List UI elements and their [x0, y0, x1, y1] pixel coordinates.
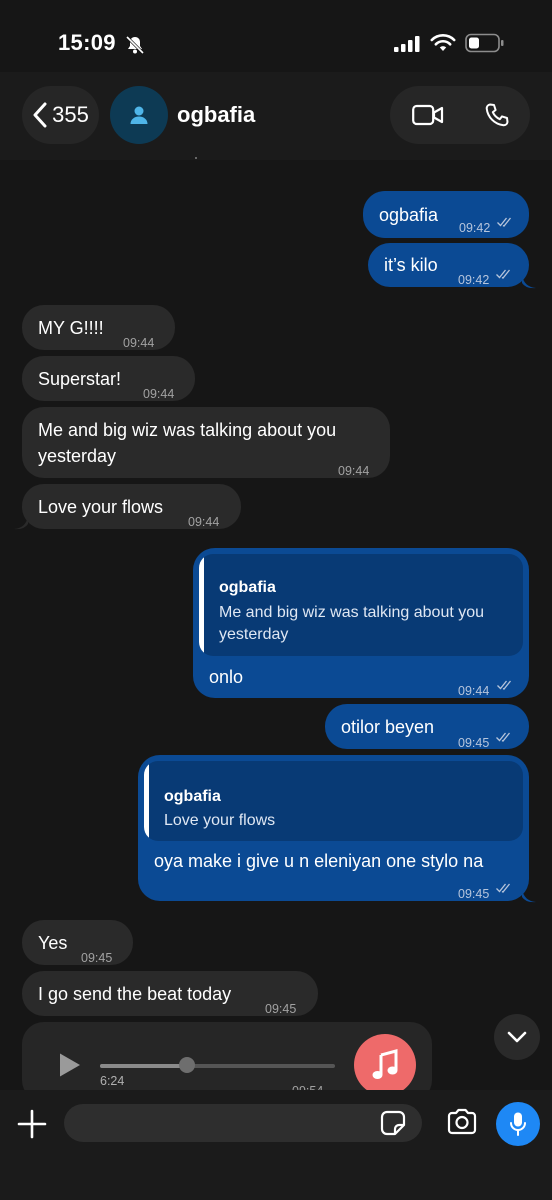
bubble-tail — [14, 516, 28, 530]
message-time: 09:45 — [81, 951, 113, 965]
message-text-line: Me and big wiz was talking about you — [38, 420, 337, 440]
message-time: 09:42 — [458, 273, 490, 287]
bubble-tail — [522, 889, 536, 903]
bell-slash-icon — [125, 35, 145, 55]
message-incoming[interactable]: Me and big wiz was talking about you yes… — [22, 407, 390, 478]
quote-bar — [144, 761, 149, 841]
play-icon[interactable] — [58, 1052, 82, 1078]
double-check-icon — [496, 732, 511, 742]
message-incoming[interactable]: MY G!!!! 09:44 — [22, 305, 175, 350]
message-time: 09:44 — [143, 387, 175, 401]
message-time: 09:44 — [188, 515, 220, 529]
contact-name[interactable]: ogbafia — [177, 102, 255, 128]
message-text: Yes — [38, 933, 68, 953]
call-actions — [390, 86, 530, 144]
microphone-icon — [510, 1112, 526, 1136]
double-check-icon — [496, 883, 511, 893]
message-text: onlo — [209, 667, 244, 687]
quote-text-line: Me and big wiz was talking about you — [219, 604, 485, 621]
sticker-icon[interactable] — [380, 1110, 406, 1136]
avatar[interactable] — [110, 86, 168, 144]
double-check-icon — [497, 217, 512, 227]
video-camera-icon[interactable] — [412, 104, 444, 126]
message-text: MY G!!!! — [38, 318, 104, 338]
person-icon — [130, 106, 148, 124]
double-check-icon — [497, 680, 512, 690]
voice-progress-fill — [100, 1064, 187, 1068]
camera-icon[interactable] — [446, 1108, 478, 1136]
divider — [195, 157, 197, 159]
message-outgoing[interactable]: ogbafia 09:42 — [363, 191, 529, 238]
quoted-message[interactable]: ogbafia Love your flows — [144, 761, 523, 841]
microphone-button[interactable] — [496, 1102, 540, 1146]
signal-icon — [394, 36, 420, 52]
chevron-left-icon — [33, 102, 47, 128]
double-check-icon — [496, 269, 511, 279]
message-text: otilor beyen — [341, 717, 435, 737]
message-text: I go send the beat today — [38, 984, 232, 1004]
status-time: 15:09 — [58, 30, 116, 55]
quote-author: ogbafia — [164, 788, 221, 805]
scroll-down-button[interactable] — [494, 1014, 540, 1060]
quote-bar — [199, 554, 204, 656]
message-text: ogbafia — [379, 205, 439, 225]
battery-icon — [465, 33, 504, 53]
message-incoming[interactable]: I go send the beat today 09:45 — [22, 971, 318, 1016]
back-button[interactable]: 355 — [22, 86, 99, 144]
message-time: 09:44 — [123, 336, 155, 350]
message-text: Love your flows — [38, 497, 164, 517]
message-text: oya make i give u n eleniyan one stylo n… — [154, 851, 484, 871]
bubble-tail — [522, 275, 536, 289]
unread-count: 355 — [52, 102, 89, 127]
chevron-down-icon — [507, 1031, 527, 1043]
message-text-line: yesterday — [38, 446, 117, 466]
message-time: 09:44 — [338, 464, 370, 478]
message-outgoing-reply[interactable]: ogbafia Love your flows oya make i give … — [138, 755, 529, 901]
phone-icon[interactable] — [484, 102, 510, 128]
voice-progress-handle[interactable] — [178, 1057, 195, 1073]
quote-text-line: yesterday — [219, 626, 289, 643]
message-incoming[interactable]: Yes 09:45 — [22, 920, 133, 965]
message-time: 09:45 — [458, 736, 490, 750]
plus-icon[interactable] — [16, 1108, 48, 1140]
message-text: it’s kilo — [384, 255, 438, 275]
message-text: Superstar! — [38, 369, 122, 389]
wifi-icon — [430, 34, 456, 51]
message-time: 09:45 — [458, 887, 490, 901]
quote-author: ogbafia — [219, 579, 276, 596]
message-outgoing-reply[interactable]: ogbafia Me and big wiz was talking about… — [193, 548, 529, 698]
message-time: 09:44 — [458, 684, 490, 698]
message-time: 09:45 — [265, 1002, 297, 1016]
quote-text-line: Love your flows — [164, 812, 276, 829]
message-outgoing[interactable]: it’s kilo 09:42 — [368, 243, 529, 287]
quoted-message[interactable]: ogbafia Me and big wiz was talking about… — [199, 554, 523, 656]
message-input[interactable] — [64, 1104, 422, 1142]
voice-duration: 6:24 — [100, 1074, 125, 1088]
music-badge — [354, 1034, 416, 1096]
music-note-icon — [372, 1049, 398, 1079]
message-time: 09:42 — [459, 221, 491, 235]
message-incoming[interactable]: Love your flows 09:44 — [22, 484, 241, 529]
message-incoming[interactable]: Superstar! 09:44 — [22, 356, 195, 401]
message-outgoing[interactable]: otilor beyen 09:45 — [325, 704, 529, 750]
